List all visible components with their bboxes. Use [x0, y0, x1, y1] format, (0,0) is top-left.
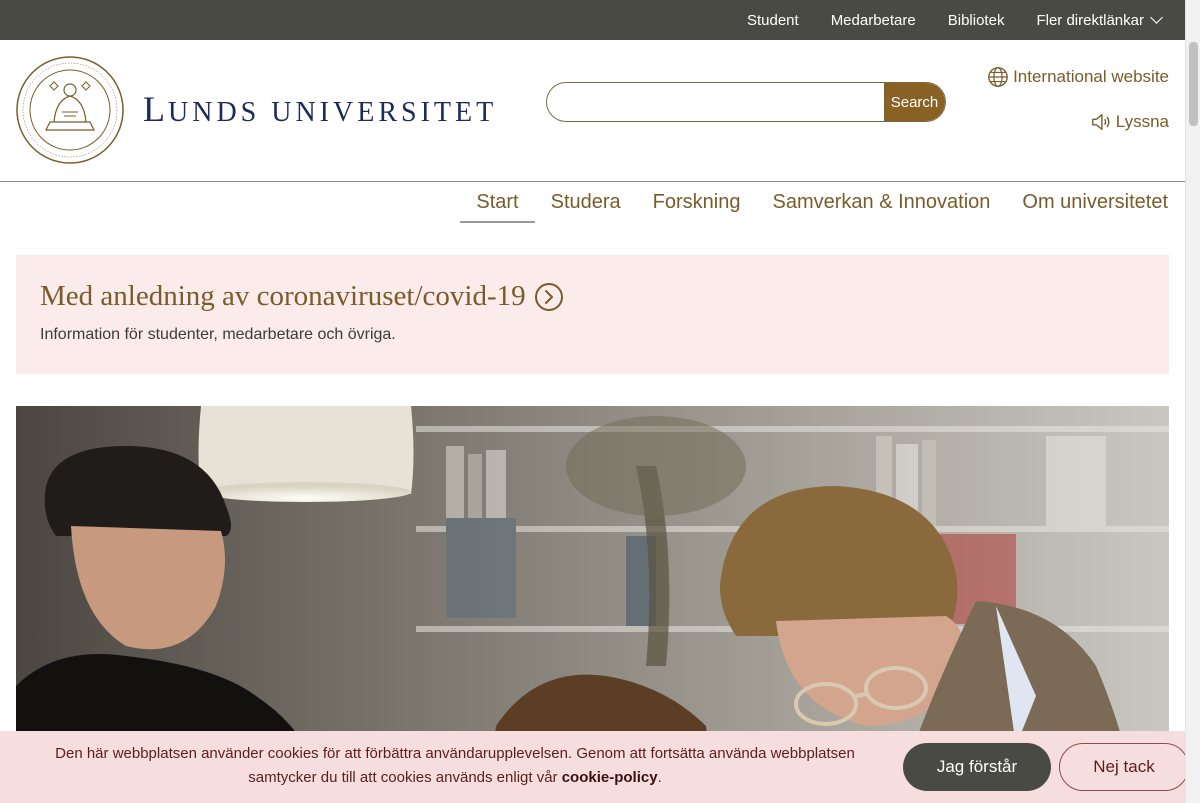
covid-banner-description: Information för studenter, medarbetare o…: [40, 326, 396, 343]
cookie-policy-link[interactable]: cookie-policy: [562, 769, 658, 786]
cookie-text-before: Den här webbplatsen använder cookies för…: [55, 745, 855, 786]
covid-banner-title: Med anledning av coronaviruset/covid-19: [40, 280, 526, 312]
listen-label: Lyssna: [1115, 112, 1169, 131]
covid-banner-link[interactable]: Med anledning av coronaviruset/covid-19: [40, 280, 564, 313]
nav-item-start[interactable]: Start: [460, 182, 535, 223]
international-website-label: International website: [1013, 67, 1169, 86]
seal-icon: [16, 56, 124, 164]
site-search: Search: [546, 82, 946, 122]
cookie-consent-text: Den här webbplatsen använder cookies för…: [20, 742, 890, 790]
circle-arrow-right-icon: [534, 282, 563, 311]
cookie-text-after: .: [657, 769, 662, 786]
more-direct-links-button[interactable]: Fler direktlänkar: [1036, 11, 1163, 29]
nav-item-studera[interactable]: Studera: [535, 182, 637, 223]
search-input[interactable]: [547, 83, 885, 121]
more-direct-links-label: Fler direktlänkar: [1036, 11, 1144, 29]
quicklink-student[interactable]: Student: [747, 12, 799, 29]
scrollbar-thumb[interactable]: [1189, 42, 1198, 126]
decline-cookies-button[interactable]: Nej tack: [1059, 743, 1189, 791]
quicklink-bibliotek[interactable]: Bibliotek: [948, 12, 1005, 29]
covid-info-banner: Med anledning av coronaviruset/covid-19 …: [16, 255, 1169, 374]
wordmark-rest: UNDS UNIVERSITET: [168, 97, 498, 128]
accept-cookies-button[interactable]: Jag förstår: [903, 743, 1051, 791]
nav-item-samverkan-innovation[interactable]: Samverkan & Innovation: [756, 182, 1006, 223]
speaker-icon: [1091, 113, 1110, 131]
international-website-link[interactable]: International website: [987, 66, 1169, 88]
wordmark-initial: L: [143, 89, 168, 129]
top-utility-bar: Student Medarbetare Bibliotek Fler direk…: [0, 0, 1185, 40]
chevron-down-icon: [1150, 11, 1163, 24]
page-scrollbar[interactable]: [1185, 0, 1200, 803]
nav-item-om-universitetet[interactable]: Om universitetet: [1006, 182, 1184, 223]
cookie-consent-bar: Den här webbplatsen använder cookies för…: [0, 731, 1189, 803]
listen-button[interactable]: Lyssna: [1090, 111, 1169, 133]
main-navigation: Start Studera Forskning Samverkan & Inno…: [460, 182, 1184, 223]
quicklink-medarbetare[interactable]: Medarbetare: [831, 12, 916, 29]
search-button[interactable]: Search: [884, 83, 945, 121]
university-wordmark[interactable]: LUNDS UNIVERSITET: [143, 88, 497, 130]
globe-icon: [988, 67, 1008, 87]
quick-links: Student Medarbetare Bibliotek Fler direk…: [747, 0, 1163, 40]
nav-item-forskning[interactable]: Forskning: [637, 182, 757, 223]
